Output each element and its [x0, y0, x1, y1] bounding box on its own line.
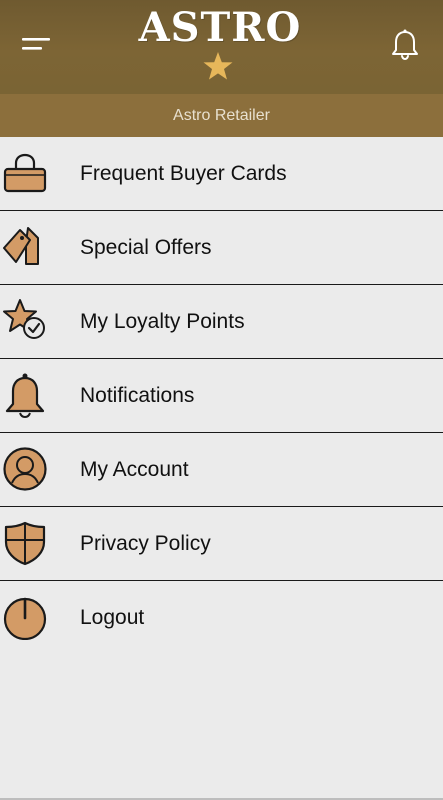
- menu-item-label: Privacy Policy: [80, 532, 211, 555]
- star-check-icon: [3, 299, 45, 339]
- menu-item-label: Logout: [80, 606, 145, 629]
- logo-text: ASTRO: [138, 4, 302, 51]
- menu-item-label: My Account: [80, 458, 189, 481]
- power-icon: [3, 597, 47, 640]
- menu-item-label: Notifications: [80, 384, 195, 407]
- star-icon: [203, 52, 233, 80]
- menu-item-label: My Loyalty Points: [80, 310, 245, 333]
- bell-icon: [392, 29, 418, 61]
- menu-item-my-account[interactable]: My Account: [0, 433, 443, 507]
- bell-icon: [5, 373, 45, 418]
- menu-item-label: Special Offers: [80, 236, 212, 259]
- menu-item-frequent-buyer-cards[interactable]: Frequent Buyer Cards: [0, 137, 443, 211]
- retailer-name-bar: Astro Retailer: [0, 94, 443, 137]
- menu-item-special-offers[interactable]: Special Offers: [0, 211, 443, 285]
- top-app-bar: ASTRO: [0, 0, 443, 94]
- menu-item-logout[interactable]: Logout: [0, 581, 443, 654]
- menu-item-notifications[interactable]: Notifications: [0, 359, 443, 433]
- shopping-basket-icon: [3, 153, 47, 193]
- menu-item-privacy-policy[interactable]: Privacy Policy: [0, 507, 443, 581]
- app-screen: ASTRO Astro Retailer Frequent Buyer Card…: [0, 0, 443, 800]
- hamburger-menu-button[interactable]: [18, 26, 58, 62]
- notifications-button[interactable]: [389, 28, 421, 62]
- user-icon: [3, 447, 47, 491]
- shield-icon: [4, 521, 46, 566]
- hamburger-icon: [22, 38, 50, 50]
- tag-icon: [3, 227, 39, 265]
- retailer-name: Astro Retailer: [173, 107, 270, 124]
- astro-logo: ASTRO: [100, 0, 340, 86]
- navigation-menu: Frequent Buyer Cards Special Offers My L…: [0, 137, 443, 654]
- menu-item-label: Frequent Buyer Cards: [80, 162, 287, 185]
- menu-item-my-loyalty-points[interactable]: My Loyalty Points: [0, 285, 443, 359]
